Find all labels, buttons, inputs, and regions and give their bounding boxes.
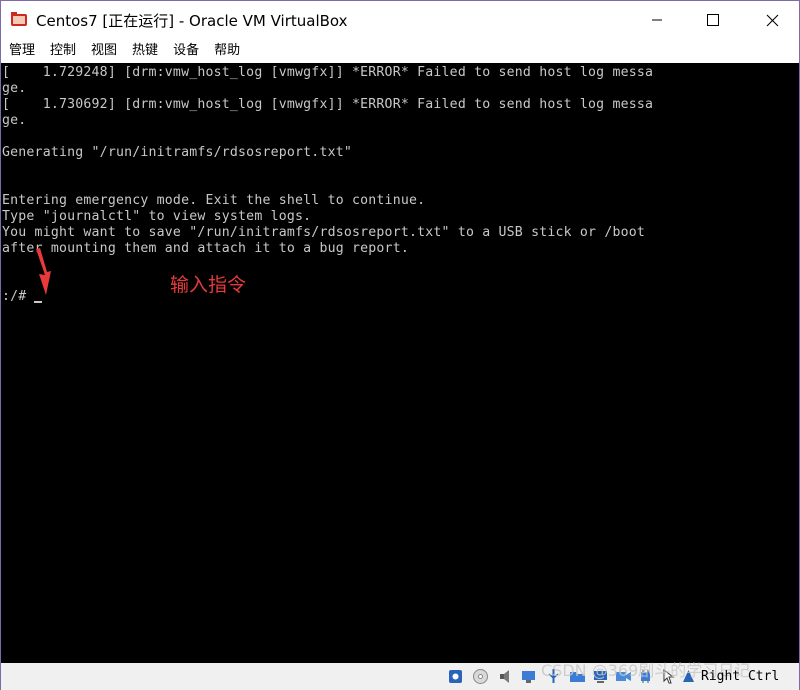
window-title: Centos7 [正在运行] - Oracle VM VirtualBox <box>36 12 348 30</box>
minimize-icon <box>652 19 662 21</box>
console-line: ge. <box>2 81 27 96</box>
console-line: after mounting them and attach it to a b… <box>2 241 409 256</box>
annotation-label: 输入指令 <box>170 274 247 296</box>
shell-prompt: :/# <box>2 289 35 304</box>
network-icon[interactable] <box>520 668 537 685</box>
menu-manage[interactable]: 管理 <box>1 39 42 63</box>
menu-hotkeys[interactable]: 热键 <box>124 39 165 63</box>
console-line: Type "journalctl" to view system logs. <box>2 209 312 224</box>
close-icon <box>766 14 778 26</box>
menu-bar: 管理 控制 视图 热键 设备 帮助 <box>1 39 799 63</box>
host-key-label: Right Ctrl <box>701 669 780 684</box>
console-line: You might want to save "/run/initramfs/r… <box>2 225 646 240</box>
audio-icon[interactable] <box>497 668 514 685</box>
optical-drive-icon[interactable] <box>472 668 489 685</box>
menu-devices[interactable]: 设备 <box>165 39 206 63</box>
hard-disk-icon[interactable] <box>447 668 464 685</box>
minimize-button[interactable] <box>634 1 680 39</box>
console-line: ge. <box>2 113 27 128</box>
maximize-button[interactable] <box>690 1 736 39</box>
virtualbox-app-icon <box>11 12 27 26</box>
menu-help[interactable]: 帮助 <box>206 39 247 63</box>
title-bar[interactable]: Centos7 [正在运行] - Oracle VM VirtualBox <box>1 1 799 39</box>
red-arrow-annotation <box>36 248 51 295</box>
console-line: Generating "/run/initramfs/rdsosreport.t… <box>2 145 353 160</box>
maximize-icon <box>707 14 719 26</box>
close-button[interactable] <box>749 1 795 39</box>
menu-view[interactable]: 视图 <box>83 39 124 63</box>
console-line: Entering emergency mode. Exit the shell … <box>2 193 426 208</box>
text-cursor <box>34 301 42 303</box>
console-line: [ 1.730692] [drm:vmw_host_log [vmwgfx]] … <box>2 97 654 112</box>
console-line: [ 1.729248] [drm:vmw_host_log [vmwgfx]] … <box>2 65 654 80</box>
vm-console-screen[interactable]: [ 1.729248] [drm:vmw_host_log [vmwgfx]] … <box>1 63 799 663</box>
virtualbox-window: Centos7 [正在运行] - Oracle VM VirtualBox 管理… <box>0 0 800 690</box>
menu-control[interactable]: 控制 <box>42 39 83 63</box>
status-bar: CSDN @369剧斗的学习日记 Right Ctrl <box>1 661 799 690</box>
